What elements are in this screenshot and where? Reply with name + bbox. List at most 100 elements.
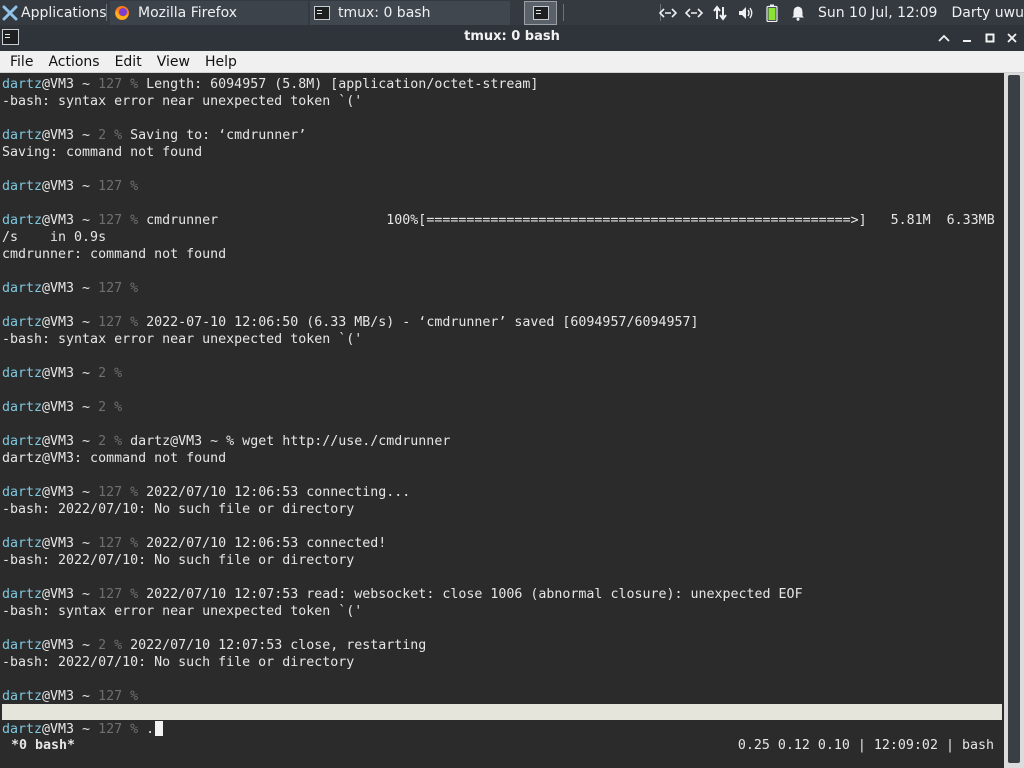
prompt-host: @VM3 ~ bbox=[42, 77, 99, 92]
prompt-user: dartz bbox=[2, 722, 43, 737]
clock[interactable]: Sun 10 Jul, 12:09 bbox=[818, 5, 938, 21]
terminal-line: dartz@VM3 ~ 2 % Saving to: ‘cmdrunner’ bbox=[2, 127, 306, 144]
menu-actions[interactable]: Actions bbox=[48, 54, 99, 70]
prompt-user: dartz bbox=[2, 536, 43, 551]
window-titlebar[interactable]: tmux: 0 bash bbox=[0, 25, 1024, 51]
menu-view[interactable]: View bbox=[157, 54, 190, 70]
user-menu[interactable]: Darty uwu bbox=[951, 5, 1024, 21]
terminal-area[interactable]: dartz@VM3 ~ 127 % Length: 6094957 (5.8M)… bbox=[0, 73, 1024, 768]
prompt-user: dartz bbox=[2, 281, 43, 296]
prompt-user: dartz bbox=[2, 128, 43, 143]
terminal-output-text: Saving: command not found bbox=[2, 145, 203, 160]
terminal-line: -bash: 2022/07/10: No such file or direc… bbox=[2, 654, 354, 671]
top-panel: Applications Mozilla Firefox tmux: 0 bas… bbox=[0, 0, 1024, 25]
terminal-line: dartz@VM3 ~ 127 % bbox=[2, 178, 138, 195]
terminal-line: dartz@VM3 ~ 2 % bbox=[2, 399, 122, 416]
prompt-host: @VM3 ~ bbox=[42, 128, 99, 143]
applications-menu-button[interactable]: Applications bbox=[0, 0, 107, 25]
prompt-symbol: % bbox=[130, 77, 147, 92]
menu-help[interactable]: Help bbox=[205, 54, 237, 70]
terminal-command-text: 2022-07-10 12:06:50 (6.33 MB/s) - ‘cmdru… bbox=[146, 315, 699, 330]
prompt-host: @VM3 ~ bbox=[42, 213, 99, 228]
prompt-exit-code: 127 bbox=[98, 179, 131, 194]
prompt-symbol: % bbox=[130, 281, 139, 296]
scrollbar-thumb[interactable] bbox=[1008, 75, 1020, 763]
terminal-line: dartz@VM3 ~ 127 % bbox=[2, 688, 138, 705]
network-icon[interactable] bbox=[684, 4, 704, 22]
scrollbar[interactable] bbox=[1004, 73, 1024, 768]
terminal-line: -bash: 2022/07/10: No such file or direc… bbox=[2, 501, 354, 518]
prompt-host: @VM3 ~ bbox=[42, 689, 99, 704]
minimize-icon bbox=[963, 40, 971, 42]
tmux-pane-separator bbox=[2, 704, 1002, 720]
prompt-symbol: % bbox=[114, 434, 131, 449]
terminal-output-text: /s in 0.9s bbox=[2, 230, 107, 245]
prompt-exit-code: 127 bbox=[98, 587, 131, 602]
tmux-status-right: 0.25 0.12 0.10 | 12:09:02 | bash bbox=[737, 738, 994, 753]
prompt-exit-code: 2 bbox=[98, 638, 115, 653]
terminal-line: -bash: 2022/07/10: No such file or direc… bbox=[2, 552, 354, 569]
terminal-command-text: cmdrunner 100%[=========================… bbox=[146, 213, 995, 228]
transfer-icon[interactable] bbox=[710, 4, 730, 22]
prompt-user: dartz bbox=[2, 689, 43, 704]
prompt-user: dartz bbox=[2, 485, 43, 500]
terminal-output-text: -bash: 2022/07/10: No such file or direc… bbox=[2, 655, 355, 670]
maximize-button[interactable] bbox=[980, 28, 1000, 48]
prompt-input[interactable]: . bbox=[146, 722, 154, 737]
tmux-window-list[interactable]: *0 bash* bbox=[11, 738, 75, 753]
close-icon bbox=[1007, 33, 1017, 43]
terminal-output-text: -bash: 2022/07/10: No such file or direc… bbox=[2, 502, 355, 517]
terminal-command-text: 2022/07/10 12:07:53 close, restarting bbox=[130, 638, 427, 653]
prompt-user: dartz bbox=[2, 315, 43, 330]
terminal-prompt-line[interactable]: dartz@VM3 ~ 127 % . bbox=[2, 721, 164, 738]
system-tray: Sun 10 Jul, 12:09 Darty uwu bbox=[658, 0, 1024, 25]
volume-icon[interactable] bbox=[736, 4, 756, 22]
taskbar-item-firefox[interactable]: Mozilla Firefox bbox=[110, 1, 308, 25]
terminal-line: dartz@VM3 ~ 127 % Length: 6094957 (5.8M)… bbox=[2, 76, 538, 93]
network-icon[interactable] bbox=[658, 4, 678, 22]
prompt-symbol: % bbox=[130, 485, 147, 500]
terminal-line: dartz@VM3 ~ 127 % 2022/07/10 12:06:53 co… bbox=[2, 535, 386, 552]
minimize-button[interactable] bbox=[957, 28, 977, 48]
chevron-up-icon bbox=[938, 34, 950, 42]
prompt-host: @VM3 ~ bbox=[42, 485, 99, 500]
terminal-line: -bash: syntax error near unexpected toke… bbox=[2, 331, 362, 348]
prompt-host: @VM3 ~ bbox=[42, 638, 99, 653]
shade-button[interactable] bbox=[934, 28, 954, 48]
notification-bell-icon[interactable] bbox=[788, 4, 808, 22]
prompt-symbol: % bbox=[114, 128, 131, 143]
prompt-symbol: % bbox=[114, 638, 131, 653]
taskbar-item-label: tmux: 0 bash bbox=[338, 5, 431, 21]
terminal-line: dartz@VM3 ~ 2 % dartz@VM3 ~ % wget http:… bbox=[2, 433, 450, 450]
workspace-terminal-button[interactable] bbox=[524, 1, 557, 25]
panel-separator bbox=[563, 4, 564, 21]
terminal-command-text: 2022/07/10 12:06:53 connecting... bbox=[146, 485, 411, 500]
battery-icon[interactable] bbox=[762, 4, 782, 22]
window-title: tmux: 0 bash bbox=[464, 29, 560, 44]
menu-edit[interactable]: Edit bbox=[115, 54, 142, 70]
terminal-line: dartz@VM3 ~ 127 % cmdrunner 100%[=======… bbox=[2, 212, 995, 229]
terminal-line: dartz@VM3 ~ 2 % bbox=[2, 365, 122, 382]
terminal-output-text: dartz@VM3: command not found bbox=[2, 451, 227, 466]
terminal-line: dartz@VM3: command not found bbox=[2, 450, 226, 467]
prompt-exit-code: 2 bbox=[98, 400, 115, 415]
prompt-host: @VM3 ~ bbox=[42, 179, 99, 194]
terminal-output-text: cmdrunner: command not found bbox=[2, 247, 227, 262]
prompt-exit-code: 127 bbox=[98, 722, 131, 737]
taskbar-item-tmux[interactable]: tmux: 0 bash bbox=[310, 1, 510, 25]
close-button[interactable] bbox=[1002, 28, 1022, 48]
prompt-host: @VM3 ~ bbox=[42, 315, 99, 330]
prompt-symbol: % bbox=[130, 587, 147, 602]
terminal-command-text: Saving to: ‘cmdrunner’ bbox=[130, 128, 307, 143]
terminal-line: dartz@VM3 ~ 127 % 2022/07/10 12:07:53 re… bbox=[2, 586, 803, 603]
terminal-line: dartz@VM3 ~ 127 % 2022/07/10 12:06:53 co… bbox=[2, 484, 410, 501]
prompt-symbol: % bbox=[130, 689, 139, 704]
prompt-exit-code: 127 bbox=[98, 536, 131, 551]
menu-file[interactable]: File bbox=[10, 54, 33, 70]
terminal-line: dartz@VM3 ~ 127 % bbox=[2, 280, 138, 297]
terminal-command-text: dartz@VM3 ~ % wget http://use./cmdrunner bbox=[130, 434, 451, 449]
prompt-exit-code: 127 bbox=[98, 213, 131, 228]
prompt-user: dartz bbox=[2, 400, 43, 415]
prompt-exit-code: 127 bbox=[98, 315, 131, 330]
text-cursor bbox=[155, 721, 164, 736]
